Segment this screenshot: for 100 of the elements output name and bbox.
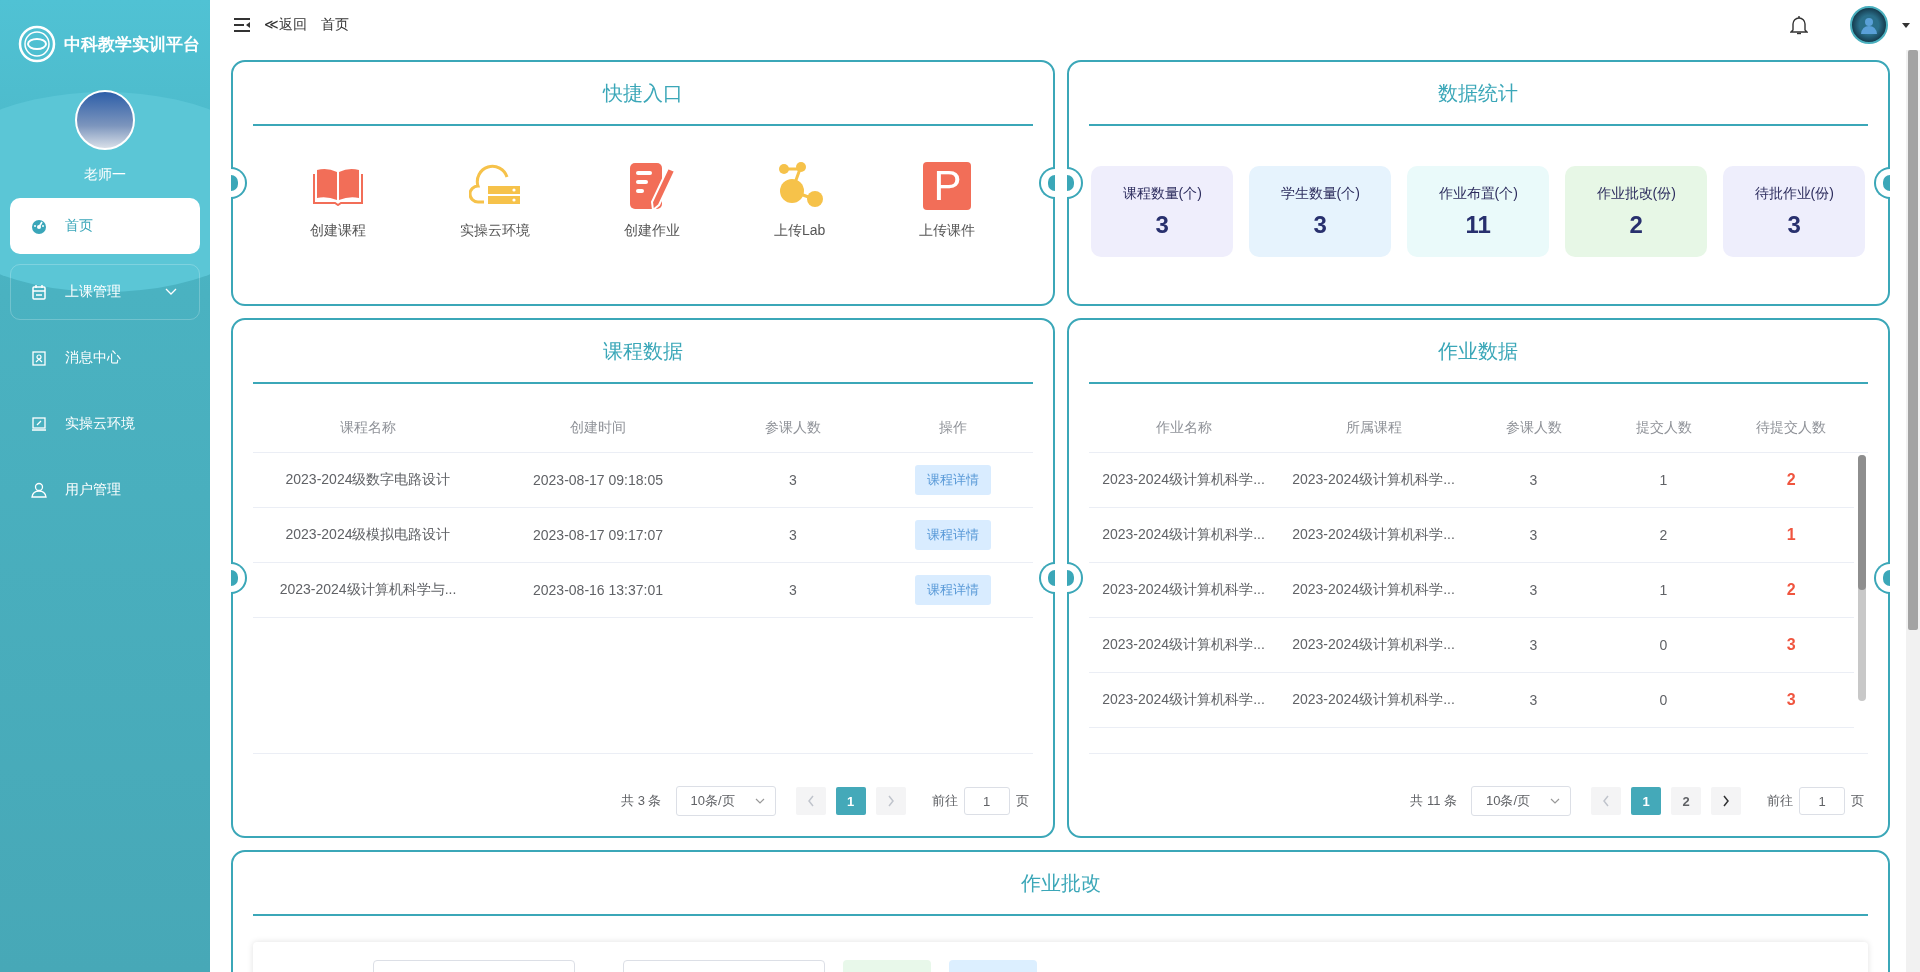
stat-value: 11 xyxy=(1465,210,1491,239)
course-name: 2023-2024级计算机科学... xyxy=(1292,636,1455,652)
quick-entry-item[interactable]: 上传Lab xyxy=(774,160,826,240)
column-header: 待提交人数 xyxy=(1756,419,1827,435)
page-input[interactable]: 1 xyxy=(963,787,1010,815)
stat-value: 2 xyxy=(1629,210,1643,239)
submitted-count: 2 xyxy=(1659,527,1668,543)
total-count: 共 3 条 xyxy=(621,792,662,810)
submitted-count: 1 xyxy=(1659,582,1668,598)
column-header: 作业名称 xyxy=(1155,419,1212,435)
page-scrollbar[interactable] xyxy=(1906,50,1920,630)
logo-icon xyxy=(18,25,56,63)
avatar-icon[interactable] xyxy=(1850,6,1888,44)
column-header: 操作 xyxy=(938,419,967,435)
book-icon xyxy=(313,166,363,206)
course-name: 2023-2024级模拟电路设计 xyxy=(285,526,451,542)
card-title: 快捷入口 xyxy=(602,80,683,106)
column-header: 参课人数 xyxy=(1505,419,1562,435)
user-name: 老师一 xyxy=(84,166,126,184)
brand-name: 中科教学实训平台 xyxy=(64,33,200,56)
message-icon xyxy=(31,350,47,366)
course-name: 2023-2024级计算机科学与... xyxy=(279,581,457,597)
stat-label: 待批作业(份) xyxy=(1754,184,1834,203)
quick-entry-item[interactable]: P 上传课件 xyxy=(919,160,976,240)
submitted-count: 0 xyxy=(1659,692,1668,708)
participant-count: 3 xyxy=(789,472,797,488)
pending-count: 2 xyxy=(1786,581,1796,598)
assignment-name: 2023-2024级计算机科学... xyxy=(1102,581,1265,597)
chevron-icon xyxy=(886,795,895,807)
course-name: 2023-2024级计算机科学... xyxy=(1292,526,1455,542)
page-button[interactable]: 2 xyxy=(1671,787,1701,815)
total-count: 共 11 条 xyxy=(1410,792,1457,810)
chevron-icon xyxy=(754,798,765,804)
course-name: 2023-2024级计算机科学... xyxy=(1292,691,1455,707)
stat-label: 作业布置(个) xyxy=(1438,184,1518,203)
chevron-icon xyxy=(806,795,815,807)
page-unit: 页 xyxy=(1015,792,1029,810)
created-time: 2023-08-16 13:37:01 xyxy=(533,582,663,598)
submitted-count: 0 xyxy=(1659,637,1668,653)
assignment-name: 2023-2024级计算机科学... xyxy=(1102,636,1265,652)
goto-label: 前往 xyxy=(1767,792,1793,810)
created-time: 2023-08-17 09:17:07 xyxy=(533,527,663,543)
goto-label: 前往 xyxy=(931,792,958,810)
page-size-select[interactable]: 10条/页 xyxy=(675,786,776,816)
caret-icon[interactable] xyxy=(1902,22,1910,28)
person-icon xyxy=(1860,16,1878,34)
assignment-name: 2023-2024级计算机科学... xyxy=(1102,691,1265,707)
pending-count: 1 xyxy=(1786,526,1796,543)
column-header: 参课人数 xyxy=(765,419,821,435)
pending-count: 3 xyxy=(1786,636,1796,653)
participant-count: 3 xyxy=(1529,582,1538,598)
assignment-name: 2023-2024级计算机科学... xyxy=(1102,471,1265,487)
stat-value: 3 xyxy=(1313,210,1327,239)
quick-entry-item[interactable]: 创建课程 xyxy=(310,160,366,240)
participant-count: 3 xyxy=(1529,527,1538,543)
course-name: 2023-2024级计算机科学... xyxy=(1292,471,1455,487)
quick-entry-item[interactable]: 实操云环境 xyxy=(460,160,530,240)
column-header: 提交人数 xyxy=(1635,419,1692,435)
participant-count: 3 xyxy=(1529,472,1538,488)
card-title: 作业数据 xyxy=(1438,338,1519,364)
chevron-icon xyxy=(1550,798,1560,804)
card-title: 课程数据 xyxy=(602,338,683,364)
menu-fold-icon[interactable] xyxy=(234,18,250,32)
created-time: 2023-08-17 09:18:05 xyxy=(533,472,663,488)
stat-label: 课程数量(个) xyxy=(1122,184,1202,203)
submitted-count: 1 xyxy=(1659,472,1668,488)
dashboard-icon xyxy=(31,218,47,234)
chevron-icon xyxy=(1602,795,1610,807)
stat-label: 作业批改(份) xyxy=(1596,184,1676,203)
stat-value: 3 xyxy=(1787,210,1801,239)
pending-count: 2 xyxy=(1786,471,1796,488)
breadcrumb[interactable]: 首页 xyxy=(320,16,349,34)
bell-icon[interactable] xyxy=(1790,15,1808,35)
pending-count: 3 xyxy=(1786,691,1796,708)
form-pencil-icon xyxy=(628,161,677,211)
stat-label: 学生数量(个) xyxy=(1280,184,1360,203)
user-icon xyxy=(31,482,47,498)
monitor-icon xyxy=(31,416,47,432)
participant-count: 3 xyxy=(789,582,797,598)
table-scrollbar[interactable] xyxy=(1858,455,1866,701)
participant-count: 3 xyxy=(1529,637,1538,653)
assignment-name: 2023-2024级计算机科学... xyxy=(1102,526,1265,542)
page-input[interactable]: 1 xyxy=(1799,787,1845,815)
slides-icon: P xyxy=(923,162,972,210)
column-header: 创建时间 xyxy=(570,419,626,435)
course-name: 2023-2024级数字电路设计 xyxy=(285,471,451,487)
page-size-select[interactable]: 10条/页 xyxy=(1471,786,1571,816)
page-unit: 页 xyxy=(1851,792,1864,810)
quick-entry-item[interactable]: 创建作业 xyxy=(624,160,681,240)
chevron-icon xyxy=(1722,795,1730,807)
card-title: 数据统计 xyxy=(1438,80,1519,106)
calendar-icon xyxy=(31,284,47,300)
stat-value: 3 xyxy=(1155,210,1169,239)
card-title: 作业批改 xyxy=(1020,870,1101,896)
column-header: 课程名称 xyxy=(340,419,396,435)
course-name: 2023-2024级计算机科学... xyxy=(1292,581,1455,597)
back-link[interactable]: ≪返回 xyxy=(264,16,307,34)
column-header: 所属课程 xyxy=(1345,419,1402,435)
next-page-button[interactable] xyxy=(1711,787,1741,815)
participant-count: 3 xyxy=(1529,692,1538,708)
